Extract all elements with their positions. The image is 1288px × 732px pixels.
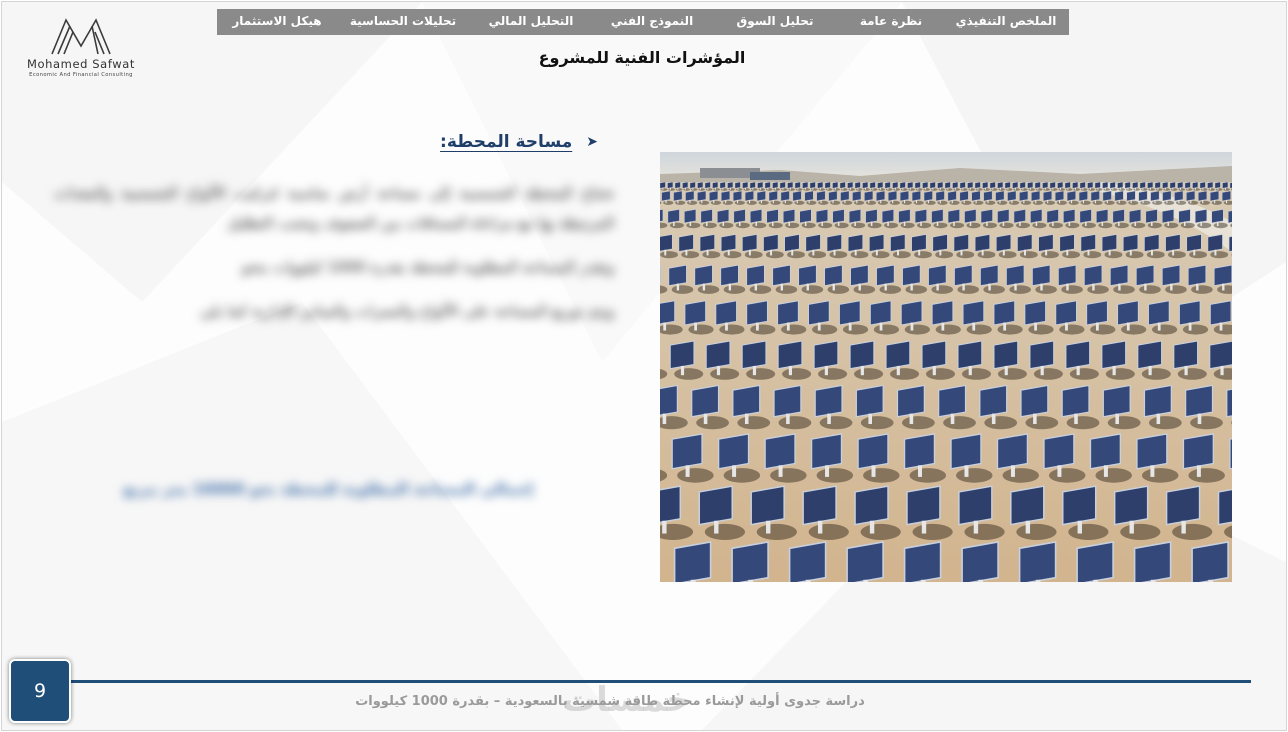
page-number-badge: 9 xyxy=(9,659,71,723)
page-title: المؤشرات الفنية للمشروع xyxy=(538,48,746,67)
nav-executive-summary[interactable]: الملخص التنفيذي xyxy=(943,9,1069,35)
nav-overview[interactable]: نظرة عامة xyxy=(839,9,943,35)
company-logo: Mohamed Safwat Economic And Financial Co… xyxy=(6,16,156,82)
logo-tagline: Economic And Financial Consulting xyxy=(29,72,133,78)
body-paragraph: وتقدر المساحة المطلوبة للمحطة بقدرة 1000… xyxy=(241,258,614,276)
logo-name: Mohamed Safwat xyxy=(26,57,136,71)
nav-technical-model[interactable]: النموذج الفني xyxy=(593,9,711,35)
section-heading: ➤ مساحة المحطة: xyxy=(440,132,598,152)
logo-mark-icon xyxy=(51,18,111,55)
section-title: مساحة المحطة: xyxy=(440,132,573,152)
solar-farm-image xyxy=(660,152,1232,582)
slide: Mohamed Safwat Economic And Financial Co… xyxy=(1,1,1287,731)
nav-sensitivity-analysis[interactable]: تحليلات الحساسية xyxy=(337,9,469,35)
highlight-text: إجمالي المساحة المطلوبة للمحطة نحو 10000… xyxy=(123,480,533,498)
nav-market-analysis[interactable]: تحليل السوق xyxy=(711,9,839,35)
nav-investment-structure[interactable]: هيكل الاستثمار xyxy=(217,9,337,35)
arrow-bullet-icon: ➤ xyxy=(586,134,598,150)
nav-financial-analysis[interactable]: التحليل المالي xyxy=(469,9,593,35)
body-text: تحتاج المحطة الشمسية إلى مساحة أرض مناسب… xyxy=(54,178,614,340)
body-paragraph: تحتاج المحطة الشمسية إلى مساحة أرض مناسب… xyxy=(54,184,614,232)
top-navigation: الملخص التنفيذي نظرة عامة تحليل السوق ال… xyxy=(217,9,1069,35)
body-paragraph: ويتم توزيع المساحة على الألواح والممرات … xyxy=(200,302,614,320)
footer-title: دراسة جدوى أولية لإنشاء محطة طاقة شمسية … xyxy=(355,694,865,709)
